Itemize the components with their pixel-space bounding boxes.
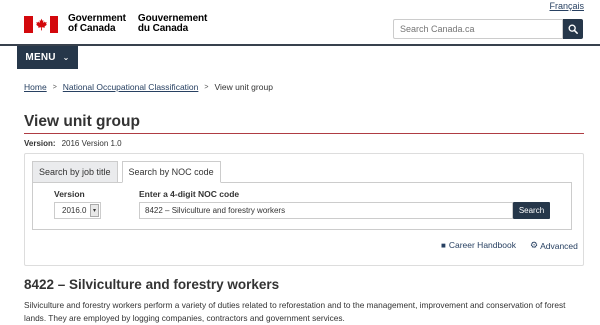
tab-search-by-job-title[interactable]: Search by job title: [32, 161, 118, 183]
version-label: Version:: [24, 139, 56, 148]
language-toggle-link[interactable]: Français: [549, 1, 584, 11]
advanced-label: Advanced: [540, 240, 578, 251]
site-search-input[interactable]: [393, 19, 563, 39]
version-value: 2016 Version 1.0: [61, 139, 122, 148]
search-icon: [568, 24, 578, 34]
noc-code-input[interactable]: 8422 – Silviculture and forestry workers: [139, 202, 513, 219]
breadcrumb-home-link[interactable]: Home: [24, 82, 47, 92]
career-handbook-link[interactable]: ■ Career Handbook: [441, 240, 516, 250]
book-icon: ■: [441, 240, 446, 250]
noc-code-label: Enter a 4-digit NOC code: [139, 189, 240, 199]
menu-label: MENU: [25, 52, 56, 63]
breadcrumb-noc-link[interactable]: National Occupational Classification: [63, 82, 199, 92]
page-title: View unit group: [24, 113, 140, 130]
version-select-value: 2016.0: [62, 206, 87, 215]
gear-icon: ⚙: [530, 240, 539, 250]
title-underline: [24, 133, 584, 134]
government-signature[interactable]: Government of Canada Gouvernement du Can…: [24, 14, 207, 34]
site-search: [393, 19, 583, 39]
dropdown-arrow-icon: ▾: [90, 204, 99, 217]
tab-search-by-noc-code[interactable]: Search by NOC code: [121, 161, 221, 183]
government-of-canada-wordmark: Government of Canada: [68, 13, 126, 34]
breadcrumb-separator: >: [52, 83, 57, 91]
breadcrumb-current: View unit group: [214, 82, 273, 92]
noc-search-button[interactable]: Search: [513, 202, 550, 219]
breadcrumb-separator: >: [204, 83, 209, 91]
canada-flag-icon: [24, 15, 58, 33]
career-handbook-label: Career Handbook: [448, 240, 516, 250]
advanced-search-link[interactable]: ⚙ Advanced: [530, 240, 578, 251]
header-divider: [0, 44, 600, 46]
menu-button[interactable]: MENU ⌄: [17, 46, 78, 69]
unit-group-description: Silviculture and forestry workers perfor…: [24, 300, 566, 323]
chevron-down-icon: ⌄: [62, 53, 70, 62]
version-select[interactable]: 2016.0 ▾: [54, 202, 101, 219]
version-info: Version: 2016 Version 1.0: [24, 139, 122, 148]
unit-group-heading: 8422 – Silviculture and forestry workers: [24, 277, 280, 292]
site-search-button[interactable]: [563, 19, 583, 39]
breadcrumb: Home > National Occupational Classificat…: [24, 82, 273, 92]
version-select-label: Version: [54, 189, 85, 199]
search-tabs: Search by job title Search by NOC code: [32, 161, 225, 183]
gouvernement-du-canada-wordmark: Gouvernement du Canada: [137, 13, 208, 34]
